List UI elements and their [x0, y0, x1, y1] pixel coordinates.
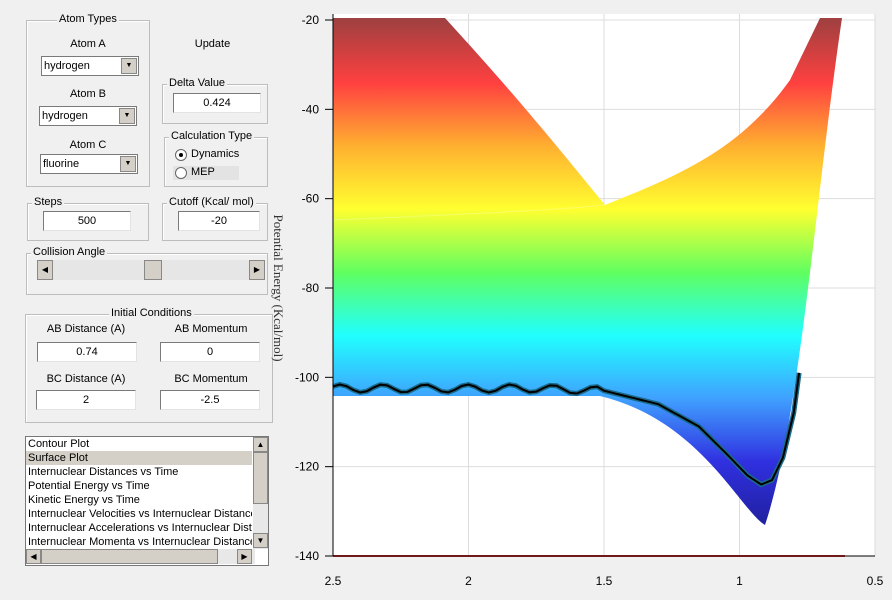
y-tick-label: -140 — [295, 549, 319, 563]
y-tick-label: -120 — [295, 460, 319, 474]
y-tick-label: -20 — [302, 13, 320, 27]
x-tick-label: 1 — [736, 574, 743, 588]
x-tick-label: 0.5 — [867, 574, 884, 588]
x-tick-label: 2 — [465, 574, 472, 588]
y-tick-label: -60 — [302, 192, 320, 206]
surface-plot[interactable]: 2.5 2 1.5 1 0.5 -20 -40 -60 -80 -100 -120 -140 — [0, 0, 892, 600]
x-tick-label: 1.5 — [596, 574, 613, 588]
y-tick-label: -100 — [295, 370, 319, 384]
y-tick-label: -80 — [302, 281, 320, 295]
y-tick-label: -40 — [302, 102, 320, 116]
x-tick-label: 2.5 — [325, 574, 342, 588]
